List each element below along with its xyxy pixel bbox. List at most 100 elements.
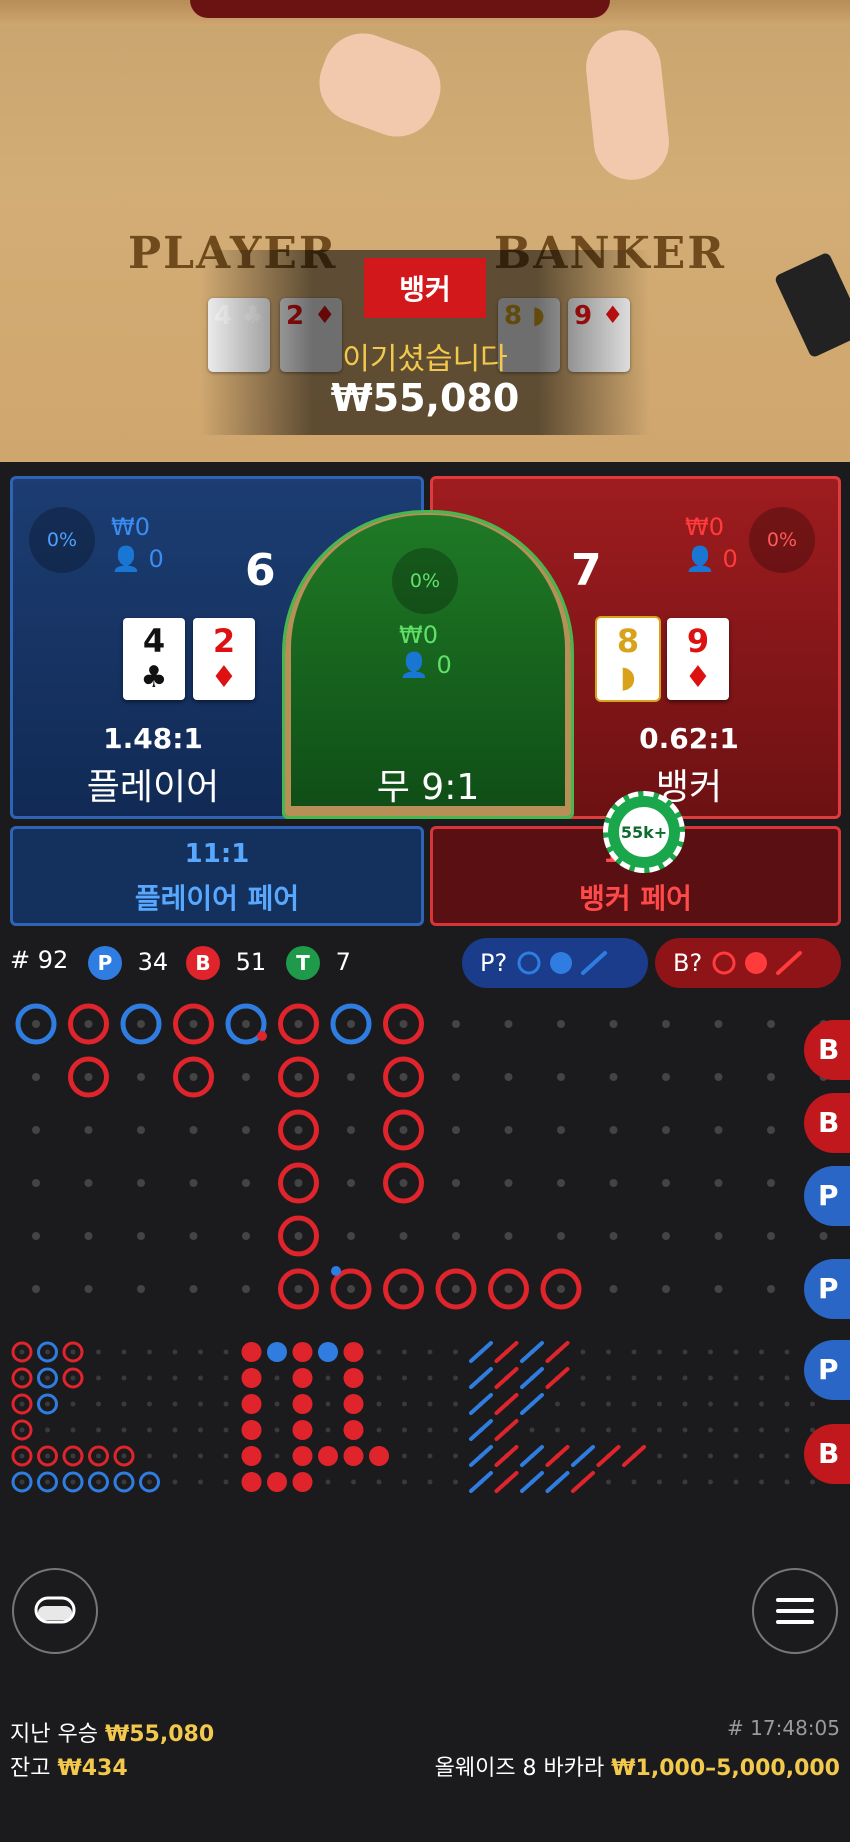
grid-dot <box>147 1453 152 1459</box>
grid-dot <box>708 1375 713 1381</box>
grid-dot <box>84 1020 93 1028</box>
grid-dot <box>767 1126 775 1134</box>
grid-dot <box>733 1349 739 1355</box>
grid-dot <box>242 1020 250 1028</box>
table-info: 올웨이즈 8 바카라 ₩1,000–5,000,000 <box>435 1750 840 1782</box>
tie-bet-spot[interactable]: 0% ₩0 👤 0 무 9:1 <box>282 510 574 819</box>
balance-label: 잔고 <box>10 1756 51 1781</box>
grid-dot <box>242 1285 250 1293</box>
grid-dot <box>223 1349 229 1355</box>
grid-dot <box>19 1375 25 1381</box>
small-road-dot <box>241 1368 262 1388</box>
grid-dot <box>452 1073 460 1081</box>
grid-dot <box>32 1073 40 1081</box>
player-pair-bet-spot[interactable]: 11:1 플레이어 페어 <box>10 826 424 926</box>
grid-dot <box>84 1232 93 1240</box>
grid-dot <box>657 1349 662 1355</box>
grid-dot <box>376 1349 382 1355</box>
cockroach-slash <box>494 1341 519 1363</box>
grid-dot <box>32 1179 40 1187</box>
tie-bettors: 👤 0 <box>399 651 452 679</box>
grid-dot <box>708 1479 713 1485</box>
grid-dot <box>557 1126 565 1134</box>
grid-dot <box>189 1073 198 1081</box>
grid-dot <box>631 1479 637 1485</box>
grid-dot <box>376 1427 382 1433</box>
grid-dot <box>147 1401 152 1407</box>
grid-dot <box>189 1285 198 1293</box>
player-count: 34 <box>137 948 169 976</box>
grid-dot <box>242 1232 250 1240</box>
grid-dot <box>529 1427 535 1433</box>
balance-value: ₩434 <box>57 1756 128 1781</box>
grid-dot <box>784 1375 790 1381</box>
menu-button[interactable] <box>752 1568 838 1654</box>
grid-dot <box>452 1179 460 1187</box>
player-predict-button[interactable]: P? <box>462 938 648 988</box>
grid-dot <box>682 1375 688 1381</box>
player-badge: P <box>88 946 122 980</box>
grid-dot <box>198 1401 203 1407</box>
cockroach-slash <box>520 1367 544 1389</box>
last-win-value: ₩55,080 <box>104 1722 215 1747</box>
grid-dot <box>198 1479 203 1485</box>
grid-dot <box>96 1453 101 1459</box>
person-icon: 👤 <box>685 545 715 573</box>
grid-dot <box>172 1375 178 1381</box>
grid-dot <box>767 1020 775 1028</box>
small-road-dot <box>343 1420 364 1440</box>
grid-dot <box>198 1349 203 1355</box>
menu-icon <box>776 1598 814 1624</box>
grid-dot <box>733 1375 739 1381</box>
grid-dot <box>504 1126 513 1134</box>
cockroach-slash <box>469 1419 493 1441</box>
grid-dot <box>45 1453 50 1459</box>
placed-chip[interactable]: 55k+ <box>603 791 685 873</box>
grid-dot <box>347 1126 355 1134</box>
grid-dot <box>242 1073 250 1081</box>
chip-value: 55k+ <box>619 807 669 857</box>
grid-dot <box>121 1375 127 1381</box>
grid-dot <box>274 1427 280 1433</box>
grid-dot <box>147 1427 152 1433</box>
grid-dot <box>84 1285 93 1293</box>
grid-dot <box>294 1073 303 1081</box>
grid-dot <box>708 1453 713 1459</box>
grid-dot <box>662 1073 670 1081</box>
grid-dot <box>325 1427 331 1433</box>
grid-dot <box>274 1375 280 1381</box>
grid-dot <box>504 1073 513 1081</box>
player-label: 플레이어 <box>86 767 220 808</box>
grid-dot <box>189 1232 198 1240</box>
small-road-dot <box>241 1446 262 1466</box>
banker-predict-button[interactable]: B? <box>655 938 841 988</box>
grid-dot <box>45 1427 50 1433</box>
grid-dot <box>504 1285 513 1293</box>
grid-dot <box>784 1349 790 1355</box>
grid-dot <box>453 1453 458 1459</box>
grid-dot <box>121 1427 127 1433</box>
grid-dot <box>557 1179 565 1187</box>
grid-dot <box>294 1285 303 1293</box>
grid-dot <box>137 1232 145 1240</box>
grid-dot <box>767 1179 775 1187</box>
chat-button[interactable] <box>12 1568 98 1654</box>
grid-dot <box>223 1427 229 1433</box>
grid-dot <box>189 1126 198 1134</box>
scoreboard-roadmap <box>11 1003 828 1493</box>
grid-dot <box>121 1479 127 1485</box>
grid-dot <box>657 1479 662 1485</box>
small-road-dot <box>343 1446 364 1466</box>
cockroach-slash <box>520 1393 544 1415</box>
banker-percent: 0% <box>749 507 815 573</box>
cockroach-slash <box>520 1445 544 1467</box>
banker-score: 7 <box>571 545 602 596</box>
cockroach-slash <box>494 1393 519 1415</box>
grid-dot <box>453 1479 458 1485</box>
grid-dot <box>504 1020 513 1028</box>
grid-dot <box>682 1479 688 1485</box>
small-road-dot <box>292 1342 313 1362</box>
grid-dot <box>557 1232 565 1240</box>
small-road-dot <box>292 1394 313 1414</box>
grid-dot <box>657 1401 662 1407</box>
